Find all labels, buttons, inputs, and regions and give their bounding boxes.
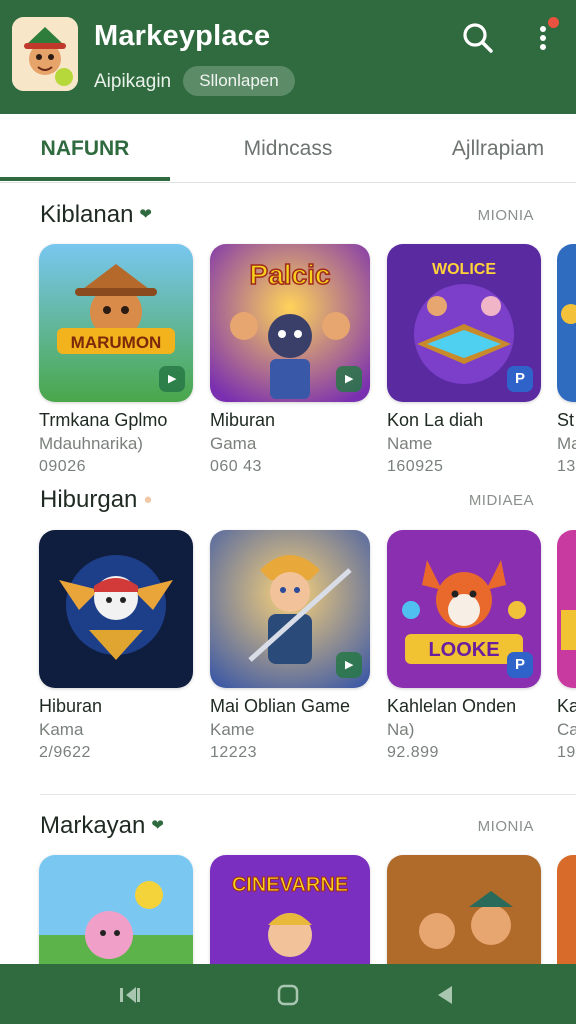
see-more-link[interactable]: MIONIA — [478, 818, 534, 835]
heart-icon: ❤ — [139, 206, 152, 223]
app-card[interactable] — [557, 855, 576, 967]
section-title: Hiburgan ● — [40, 486, 152, 514]
install-badge-icon: P — [507, 366, 533, 392]
app-downloads: 160925 — [387, 458, 444, 475]
app-downloads: 09026 — [39, 458, 86, 475]
tab-nafunr[interactable]: NAFUNR — [0, 114, 170, 182]
heart-icon: ● — [143, 491, 153, 508]
app-thumbnail[interactable]: CINEVARNE — [210, 855, 370, 967]
app-thumbnail[interactable] — [387, 855, 541, 967]
app-thumbnail[interactable]: ▸ — [210, 530, 370, 688]
app-card[interactable]: Ka Ca 19 — [557, 530, 576, 762]
app-thumbnail[interactable] — [39, 530, 193, 688]
section-title: Kiblanan ❤ — [40, 201, 152, 229]
app-card[interactable]: CINEVARNE — [210, 855, 370, 967]
category-chip[interactable]: Sllonlapen — [183, 66, 295, 96]
app-category: Name — [387, 434, 433, 453]
app-thumbnail[interactable] — [557, 244, 576, 402]
app-category: Ma — [557, 434, 576, 453]
back-icon[interactable] — [414, 964, 474, 1024]
app-category: Kama — [39, 720, 84, 739]
app-thumbnail[interactable] — [557, 855, 576, 967]
app-thumbnail[interactable]: WOLICE P — [387, 244, 541, 402]
thumbnail-art-text: CINEVARNE — [232, 874, 348, 896]
app-card[interactable]: ▸ Mai Oblian Game Kame 12223 — [210, 530, 370, 762]
section-title-text: Kiblanan — [40, 201, 134, 228]
app-logo[interactable] — [12, 17, 78, 91]
app-category: Mdauhnarika) — [39, 434, 143, 453]
app-name: Ka — [557, 696, 576, 716]
app-thumbnail[interactable]: Palcic ▸ — [210, 244, 370, 402]
heart-icon: ❤ — [151, 817, 164, 834]
app-header: Markeyplace Aipikagin Sllonlapen — [0, 0, 576, 114]
notification-dot — [548, 17, 559, 28]
install-badge-icon: ▸ — [159, 366, 185, 392]
tab-midncass[interactable]: Midncass — [200, 114, 376, 182]
app-subtitle: Aipikagin — [94, 71, 172, 92]
thumbnail-art-text: LOOKE — [428, 639, 499, 661]
app-card[interactable]: Palcic ▸ Miburan Gama 060 43 — [210, 244, 370, 476]
app-card[interactable] — [39, 855, 193, 967]
app-name: Hiburan — [39, 696, 103, 716]
search-icon[interactable] — [460, 20, 496, 56]
system-nav-bar — [0, 964, 576, 1024]
section-title-text: Markayan — [40, 812, 146, 839]
install-badge-icon: ▸ — [336, 652, 362, 678]
app-card[interactable]: MARUMON ▸ Trmkana Gplmo Mdauhnarika) 090… — [39, 244, 193, 476]
app-name: Trmkana Gplmo — [39, 410, 168, 430]
see-more-link[interactable]: MIONIA — [478, 207, 534, 224]
app-downloads: 13 — [557, 458, 576, 475]
tab-bar: NAFUNR Midncass Ajllrapiam — [0, 114, 576, 183]
app-category: Ca — [557, 720, 576, 739]
tab-ajllrapiam[interactable]: Ajllrapiam — [410, 114, 576, 182]
app-card[interactable]: LOOKE P Kahlelan Onden Na) 92.899 — [387, 530, 541, 762]
app-thumbnail[interactable] — [39, 855, 193, 967]
thumbnail-art-text: MARUMON — [71, 333, 162, 352]
app-category: Gama — [210, 434, 257, 453]
section-divider — [40, 794, 576, 795]
install-badge-icon: P — [507, 652, 533, 678]
app-card[interactable]: St Ma 13 — [557, 244, 576, 476]
app-downloads: 12223 — [210, 744, 257, 761]
app-card[interactable]: Hiburan Kama 2/9622 — [39, 530, 193, 762]
thumbnail-art-text: Palcic — [250, 259, 331, 290]
install-badge-icon: ▸ — [336, 366, 362, 392]
app-thumbnail[interactable]: MARUMON ▸ — [39, 244, 193, 402]
active-tab-indicator — [0, 177, 170, 181]
see-more-link[interactable]: MIDIAEA — [469, 492, 534, 509]
app-downloads: 2/9622 — [39, 744, 91, 761]
app-downloads: 19 — [557, 744, 576, 761]
section-title-text: Hiburgan — [40, 486, 138, 513]
home-icon[interactable] — [258, 964, 318, 1024]
app-thumbnail[interactable] — [557, 530, 576, 688]
app-downloads: 92.899 — [387, 744, 439, 761]
thumbnail-art-text: WOLICE — [432, 261, 496, 278]
app-name: Kon La diah — [387, 410, 484, 430]
app-name: Kahlelan Onden — [387, 696, 517, 716]
app-downloads: 060 43 — [210, 458, 262, 475]
section-title: Markayan ❤ — [40, 812, 164, 840]
app-name: Miburan — [210, 410, 276, 430]
app-thumbnail[interactable]: LOOKE P — [387, 530, 541, 688]
app-name: St — [557, 410, 575, 430]
app-category: Kame — [210, 720, 255, 739]
app-category: Na) — [387, 720, 415, 739]
app-card[interactable]: WOLICE P Kon La diah Name 160925 — [387, 244, 541, 476]
app-card[interactable] — [387, 855, 541, 967]
app-name: Mai Oblian Game — [210, 696, 351, 716]
recents-icon[interactable] — [100, 964, 160, 1024]
app-title: Markeyplace — [94, 20, 271, 52]
